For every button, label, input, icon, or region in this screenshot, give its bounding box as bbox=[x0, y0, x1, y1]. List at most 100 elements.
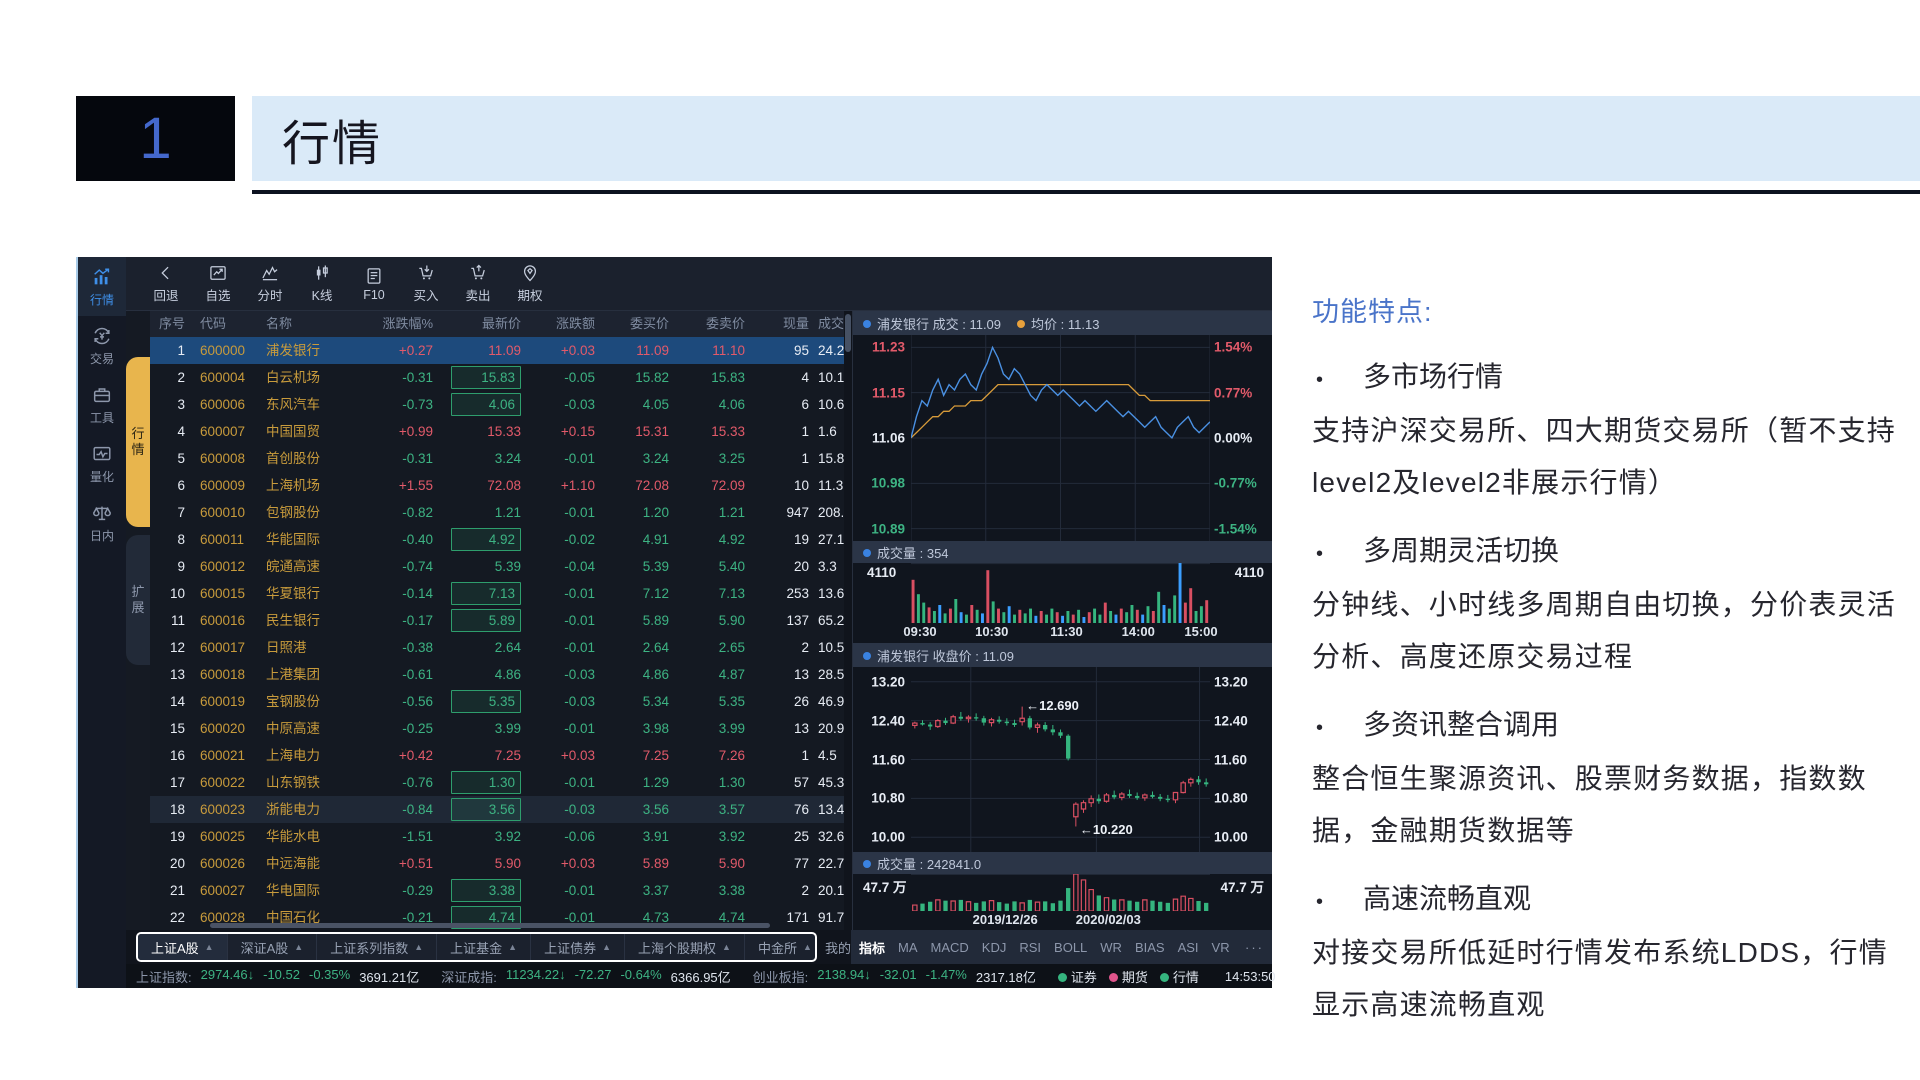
indicator-tab[interactable]: MACD bbox=[931, 940, 969, 955]
indicator-tab[interactable]: WR bbox=[1100, 940, 1122, 955]
market-tab[interactable]: 上证基金▲ bbox=[437, 934, 531, 960]
stock-code: 600019 bbox=[194, 688, 260, 715]
feature-title: •高速流畅直观 bbox=[1312, 877, 1902, 917]
table-row[interactable]: 2 600004 白云机场 -0.31 15.83 -0.05 15.82 15… bbox=[150, 364, 844, 391]
axis-tick-label: 11.23 bbox=[872, 340, 905, 355]
axis-tick-label: 0.77% bbox=[1214, 385, 1252, 400]
toolbar-options-button[interactable]: 期权 bbox=[504, 263, 556, 304]
table-row[interactable]: 3 600006 东风汽车 -0.73 4.06 -0.03 4.05 4.06… bbox=[150, 391, 844, 418]
column-header[interactable]: 现量 bbox=[754, 311, 818, 337]
legend-dot-icon bbox=[863, 860, 871, 868]
kline-chart: 13.2012.4011.6010.8010.00 ←12.690←10.220… bbox=[853, 667, 1272, 852]
table-row[interactable]: 10 600015 华夏银行 -0.14 7.13 -0.01 7.12 7.1… bbox=[150, 580, 844, 607]
bottom-row: 上证A股▲深证A股▲上证系列指数▲上证基金▲上证债券▲上海个股期权▲中金所▲ 我… bbox=[126, 930, 1272, 964]
column-header[interactable]: 委买价 bbox=[604, 311, 678, 337]
feature-title: •多周期灵活切换 bbox=[1312, 529, 1902, 569]
market-icon bbox=[91, 266, 113, 288]
table-row[interactable]: 20 600026 中远海能 +0.51 5.90 +0.03 5.89 5.9… bbox=[150, 850, 844, 877]
sidebar-item-intraday[interactable]: 日内 bbox=[78, 493, 126, 552]
trade-icon bbox=[91, 325, 113, 347]
toolbar-back-button[interactable]: 回退 bbox=[140, 263, 192, 304]
table-row[interactable]: 14 600019 宝钢股份 -0.56 5.35 -0.03 5.34 5.3… bbox=[150, 688, 844, 715]
kline-volume-chart: 47.7 万 47.7 万 2019/12/262020/02/03 bbox=[853, 874, 1272, 930]
market-tab[interactable]: 中金所▲ bbox=[745, 934, 817, 960]
indicator-tab[interactable]: ASI bbox=[1178, 940, 1199, 955]
table-row[interactable]: 18 600023 浙能电力 -0.84 3.56 -0.03 3.56 3.5… bbox=[150, 796, 844, 823]
vertical-scrollbar[interactable] bbox=[844, 311, 852, 930]
feature-body: 分钟线、小时线多周期自由切换，分价表灵活分析、高度还原交易过程 bbox=[1312, 579, 1902, 683]
column-header[interactable]: 最新价 bbox=[442, 311, 530, 337]
toolbar-timeshare-button[interactable]: 分时 bbox=[244, 263, 296, 304]
table-row[interactable]: 6 600009 上海机场 +1.55 72.08 +1.10 72.08 72… bbox=[150, 472, 844, 499]
stock-code: 600007 bbox=[194, 418, 260, 445]
table-row[interactable]: 16 600021 上海电力 +0.42 7.25 +0.03 7.25 7.2… bbox=[150, 742, 844, 769]
column-header[interactable]: 涨跌额 bbox=[530, 311, 604, 337]
connection-lights: 证券期货行情14:53:50 bbox=[1058, 967, 1276, 986]
indicator-tab[interactable]: MA bbox=[898, 940, 918, 955]
sidebar-item-trade[interactable]: 交易 bbox=[78, 316, 126, 375]
axis-tick-label: 11.15 bbox=[872, 385, 905, 400]
time-axis: 09:3010:3011:3014:0015:00 bbox=[911, 623, 1210, 643]
stock-name: 上海机场 bbox=[260, 472, 360, 499]
market-tab[interactable]: 上海个股期权▲ bbox=[625, 934, 745, 960]
table-row[interactable]: 17 600022 山东钢铁 -0.76 1.30 -0.01 1.29 1.3… bbox=[150, 769, 844, 796]
table-row[interactable]: 1 600000 浦发银行 +0.27 11.09 +0.03 11.09 11… bbox=[150, 337, 844, 364]
slide-number-box: 1 bbox=[76, 96, 235, 181]
table-row[interactable]: 13 600018 上港集团 -0.61 4.86 -0.03 4.86 4.8… bbox=[150, 661, 844, 688]
stock-name: 宝钢股份 bbox=[260, 688, 360, 715]
toolbar-kline-button[interactable]: K线 bbox=[296, 263, 348, 304]
column-header[interactable]: 代码 bbox=[194, 311, 260, 337]
sidebar-item-quant[interactable]: 量化 bbox=[78, 434, 126, 493]
table-row[interactable]: 21 600027 华电国际 -0.29 3.38 -0.01 3.37 3.3… bbox=[150, 877, 844, 904]
toolbar-f10-button[interactable]: F10 bbox=[348, 266, 400, 302]
indicator-tab[interactable]: KDJ bbox=[982, 940, 1007, 955]
app-main: 回退自选分时K线F10买入卖出期权 行情扩展 序号代码名称涨跌幅%最新价涨跌额委… bbox=[126, 257, 1272, 988]
indicator-tab[interactable]: 指标 bbox=[859, 938, 885, 957]
toolbar-self-select-button[interactable]: 自选 bbox=[192, 263, 244, 304]
column-header[interactable]: 名称 bbox=[260, 311, 360, 337]
table-row[interactable]: 8 600011 华能国际 -0.40 4.92 -0.02 4.91 4.92… bbox=[150, 526, 844, 553]
table-row[interactable]: 12 600017 日照港 -0.38 2.64 -0.01 2.64 2.65… bbox=[150, 634, 844, 661]
table-row[interactable]: 19 600025 华能水电 -1.51 3.92 -0.06 3.91 3.9… bbox=[150, 823, 844, 850]
legend-item: 均价 : 11.13 bbox=[1017, 314, 1099, 333]
indicator-tab[interactable]: BOLL bbox=[1054, 940, 1087, 955]
table-row[interactable]: 15 600020 中原高速 -0.25 3.99 -0.01 3.98 3.9… bbox=[150, 715, 844, 742]
indicator-tab[interactable]: VR bbox=[1212, 940, 1230, 955]
index-summary: 深证成指:11234.22↓-72.27-0.64%6366.95亿 bbox=[441, 967, 730, 986]
table-row[interactable]: 9 600012 皖通高速 -0.74 5.39 -0.04 5.39 5.40… bbox=[150, 553, 844, 580]
stock-table: 序号代码名称涨跌幅%最新价涨跌额委买价委卖价现量成交 1 600000 浦发银行… bbox=[150, 311, 844, 930]
title-banner: 行情 bbox=[252, 96, 1920, 181]
more-indicators-button[interactable]: ··· bbox=[1245, 940, 1264, 955]
sidebar-item-tools[interactable]: 工具 bbox=[78, 375, 126, 434]
chart-panel: 浦发银行 成交 : 11.09均价 : 11.13 11.2311.1511.0… bbox=[852, 311, 1272, 930]
market-tab[interactable]: 上证系列指数▲ bbox=[317, 934, 437, 960]
side-tab-kuozhan[interactable]: 扩展 bbox=[126, 535, 150, 665]
stock-name: 东风汽车 bbox=[260, 391, 360, 418]
quant-icon bbox=[91, 443, 113, 465]
market-tab[interactable]: 深证A股▲ bbox=[228, 934, 318, 960]
toolbar-buy-button[interactable]: 买入 bbox=[400, 263, 452, 304]
indicator-tab[interactable]: BIAS bbox=[1135, 940, 1165, 955]
side-tab-hangqing[interactable]: 行情 bbox=[126, 357, 150, 527]
table-row[interactable]: 5 600008 首创股份 -0.31 3.24 -0.01 3.24 3.25… bbox=[150, 445, 844, 472]
column-header[interactable]: 涨跌幅% bbox=[360, 311, 442, 337]
legend-item: 成交量 : 354 bbox=[863, 543, 949, 562]
kline-icon bbox=[312, 263, 332, 283]
column-header[interactable]: 序号 bbox=[150, 311, 194, 337]
table-row[interactable]: 7 600010 包钢股份 -0.82 1.21 -0.01 1.20 1.21… bbox=[150, 499, 844, 526]
feature-body: 整合恒生聚源资讯、股票财务数据，指数数据，金融期货数据等 bbox=[1312, 753, 1902, 857]
market-tab[interactable]: 上证债券▲ bbox=[531, 934, 625, 960]
indicator-tab[interactable]: RSI bbox=[1019, 940, 1041, 955]
toolbar-label: 期权 bbox=[517, 285, 542, 304]
sidebar-item-market[interactable]: 行情 bbox=[78, 257, 126, 316]
scrollbar-thumb[interactable] bbox=[845, 314, 851, 352]
sidebar-item-label: 行情 bbox=[90, 291, 114, 308]
column-header[interactable]: 委卖价 bbox=[678, 311, 754, 337]
market-tab[interactable]: 上证A股▲ bbox=[138, 934, 228, 960]
table-row[interactable]: 11 600016 民生银行 -0.17 5.89 -0.01 5.89 5.9… bbox=[150, 607, 844, 634]
tab-my-markets[interactable]: 我的 bbox=[825, 938, 851, 957]
column-header[interactable]: 成交 bbox=[818, 311, 844, 337]
horizontal-scrollbar[interactable] bbox=[210, 923, 770, 928]
table-row[interactable]: 4 600007 中国国贸 +0.99 15.33 +0.15 15.31 15… bbox=[150, 418, 844, 445]
toolbar-sell-button[interactable]: 卖出 bbox=[452, 263, 504, 304]
